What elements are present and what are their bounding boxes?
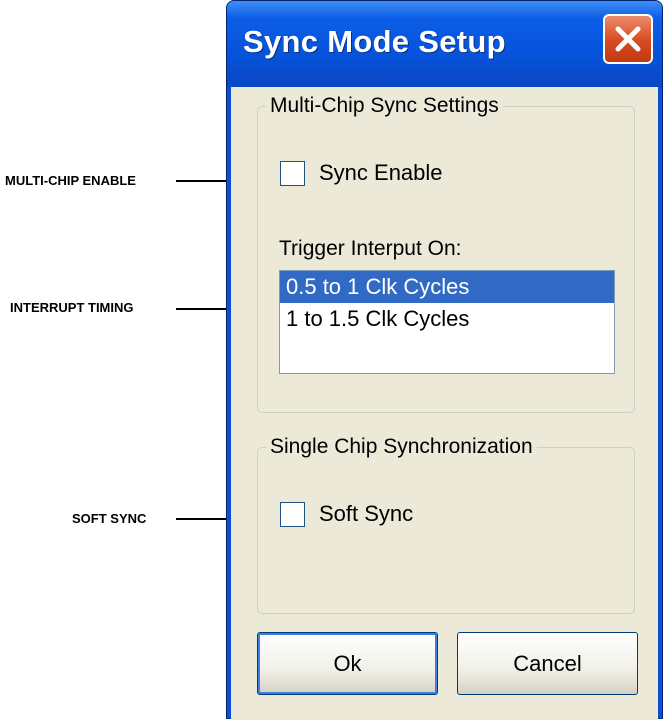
single-chip-sync-legend: Single Chip Synchronization (270, 435, 533, 458)
close-button[interactable] (603, 14, 653, 64)
callout-multi-chip-enable: MULTI-CHIP ENABLE (5, 173, 136, 188)
sync-mode-setup-dialog: Sync Mode Setup Multi-Chip Sync Settings… (226, 0, 663, 720)
sync-enable-checkbox-row[interactable]: Sync Enable (280, 160, 443, 186)
trigger-interrupt-listbox[interactable]: 0.5 to 1 Clk Cycles 1 to 1.5 Clk Cycles (279, 270, 615, 374)
window-title: Sync Mode Setup (243, 24, 506, 59)
callout-soft-sync: SOFT SYNC (72, 511, 147, 526)
sync-enable-checkbox[interactable] (280, 160, 305, 186)
list-item-one-to-one-half-cycles[interactable]: 1 to 1.5 Clk Cycles (280, 303, 614, 335)
callout-interrupt-timing: INTERRUPT TIMING (10, 300, 134, 315)
soft-sync-checkbox[interactable] (280, 501, 305, 527)
sync-enable-label: Sync Enable (319, 160, 443, 185)
close-icon (615, 26, 641, 52)
list-item-half-to-one-cycles[interactable]: 0.5 to 1 Clk Cycles (280, 271, 614, 303)
cancel-button[interactable]: Cancel (457, 632, 638, 695)
dialog-body: Multi-Chip Sync Settings Sync Enable Tri… (231, 87, 658, 720)
ok-button[interactable]: Ok (257, 632, 438, 695)
title-bar[interactable]: Sync Mode Setup (227, 1, 662, 87)
soft-sync-label: Soft Sync (319, 501, 414, 526)
soft-sync-checkbox-row[interactable]: Soft Sync (280, 501, 413, 527)
trigger-interrupt-label: Trigger Interput On: (279, 237, 462, 260)
multi-chip-sync-legend: Multi-Chip Sync Settings (270, 94, 499, 117)
